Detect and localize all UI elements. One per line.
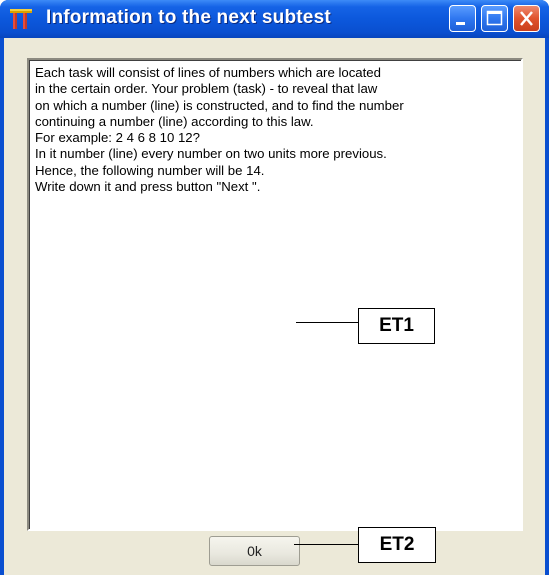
close-icon	[520, 11, 533, 26]
info-memo[interactable]: Each task will consist of lines of numbe…	[27, 58, 523, 531]
et1-pointer-line	[296, 322, 358, 323]
minimize-icon	[456, 22, 465, 25]
info-line: Each task will consist of lines of numbe…	[35, 65, 381, 80]
info-line: For example: 2 4 6 8 10 12?	[35, 130, 200, 146]
et2-label: ET2	[358, 527, 436, 563]
window-frame-right	[545, 38, 549, 575]
et1-label: ET1	[358, 308, 435, 344]
info-line: on which a number (line) is constructed,…	[35, 97, 404, 113]
ok-button[interactable]: 0k	[209, 536, 300, 566]
info-text: Each task will consist of lines of numbe…	[35, 65, 519, 195]
info-line: continuing a number (line) according to …	[35, 113, 314, 129]
title-bar[interactable]: Information to the next subtest	[0, 0, 549, 38]
maximize-icon	[486, 10, 503, 26]
info-line: Write down it and press button "Next ".	[35, 179, 261, 195]
dialog-window: Information to the next subtest Each tas…	[0, 0, 549, 575]
dialog-client-area: Each task will consist of lines of numbe…	[4, 38, 545, 575]
minimize-button[interactable]	[449, 5, 476, 32]
info-line: In it number (line) every number on two …	[35, 146, 387, 162]
info-line: Hence, the following number will be 14.	[35, 162, 265, 178]
et2-pointer-line	[294, 544, 358, 545]
close-button[interactable]	[513, 5, 540, 32]
app-icon	[10, 9, 32, 29]
window-title: Information to the next subtest	[46, 7, 331, 28]
info-line: in the certain order. Your problem (task…	[35, 81, 378, 97]
maximize-button[interactable]	[481, 5, 508, 32]
